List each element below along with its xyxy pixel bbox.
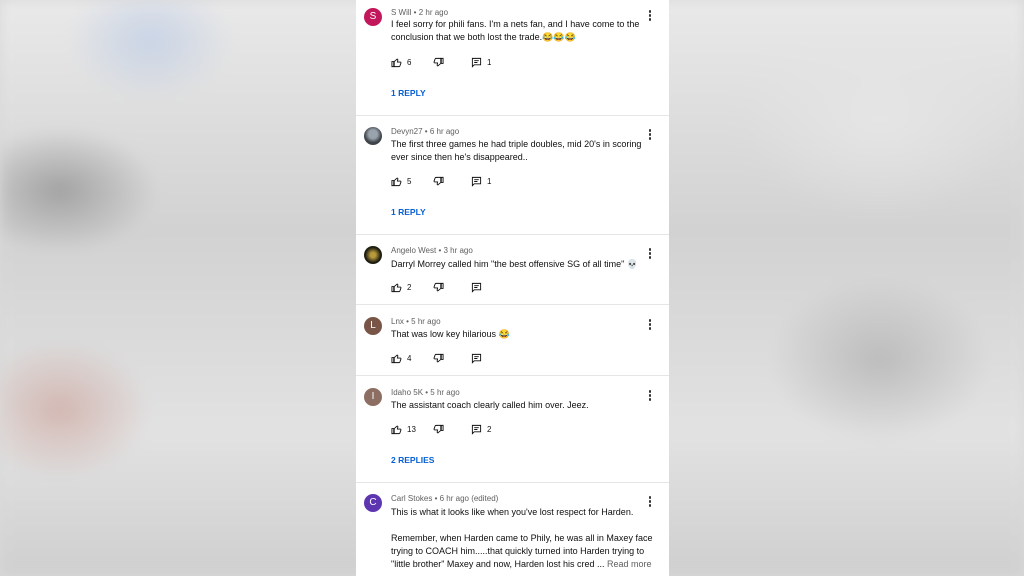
thumb-up-icon [391, 354, 402, 363]
comment-reply-icon [471, 424, 482, 435]
divider [356, 482, 669, 483]
thumb-up-icon [391, 283, 402, 292]
comment-time: 3 hr ago [443, 246, 473, 255]
comment-text: I feel sorry for phili fans. I'm a nets … [391, 19, 640, 42]
like-button[interactable]: 5 [391, 175, 411, 187]
view-replies-link[interactable]: 2 REPLIES [391, 455, 434, 465]
more-vert-icon[interactable] [648, 10, 652, 22]
comments-panel[interactable]: S S Will • 2 hr ago I feel sorry for phi… [356, 0, 669, 576]
dislike-button[interactable] [433, 423, 444, 435]
like-button[interactable]: 4 [391, 352, 411, 364]
avatar-letter: I [371, 391, 375, 402]
avatar[interactable]: I [364, 388, 382, 406]
comment-time: 6 hr ago [429, 127, 460, 136]
comment-text: The assistant coach clearly called him o… [391, 400, 589, 410]
avatar-letter: L [370, 320, 376, 331]
like-button[interactable]: 13 [391, 423, 416, 435]
view-replies-link[interactable]: 1 REPLY [391, 207, 426, 217]
divider [356, 234, 669, 235]
author-name[interactable]: Lnx [391, 317, 404, 326]
divider [356, 304, 669, 305]
view-replies-link[interactable]: 1 REPLY [391, 88, 426, 98]
thumb-down-icon [433, 353, 444, 362]
like-count: 4 [407, 353, 412, 363]
like-button[interactable]: 2 [391, 281, 411, 293]
more-vert-icon[interactable] [648, 319, 652, 331]
like-button[interactable]: 6 [391, 56, 411, 68]
author-name[interactable]: Angelo West [391, 246, 436, 255]
thumb-up-icon [391, 58, 402, 67]
comment-meta: Lnx • 5 hr ago [391, 317, 441, 326]
like-count: 13 [407, 424, 416, 434]
comment-text: That was low key hilarious 😂 [391, 329, 510, 339]
comment-time: 2 hr ago [418, 8, 449, 17]
like-count: 5 [407, 176, 412, 186]
comment-meta: S Will • 2 hr ago [391, 8, 449, 17]
comment-meta: Carl Stokes • 6 hr ago (edited) [391, 494, 499, 503]
divider [356, 375, 669, 376]
more-vert-icon[interactable] [648, 248, 652, 260]
thumb-down-icon [433, 57, 444, 66]
comment-meta: Devyn27 • 6 hr ago [391, 127, 460, 136]
avatar[interactable]: C [364, 494, 382, 512]
like-count: 2 [407, 282, 412, 292]
divider [356, 115, 669, 116]
thumb-up-icon [391, 425, 402, 434]
like-count: 6 [407, 57, 412, 67]
avatar[interactable] [364, 246, 382, 264]
reply-count: 1 [487, 176, 492, 186]
reply-button[interactable] [471, 352, 482, 364]
dislike-button[interactable] [433, 175, 444, 187]
comment-text: This is what it looks like when you've l… [391, 507, 634, 517]
thumb-down-icon [433, 176, 444, 185]
author-name[interactable]: Idaho 5K [391, 388, 423, 397]
comment-text-continued: Remember, when Harden came to Phily, he … [391, 532, 653, 571]
thumb-up-icon [391, 177, 402, 186]
comment-time: 5 hr ago [430, 388, 460, 397]
avatar-letter: S [369, 11, 377, 22]
reply-button[interactable]: 2 [471, 423, 491, 435]
comment-text: The first three games he had triple doub… [391, 139, 642, 162]
reply-button[interactable]: 1 [471, 175, 491, 187]
reply-button[interactable] [471, 281, 482, 293]
dislike-button[interactable] [433, 56, 444, 68]
more-vert-icon[interactable] [648, 496, 652, 508]
dislike-button[interactable] [433, 352, 444, 364]
comment-reply-icon [471, 176, 482, 187]
comment-meta: Idaho 5K • 5 hr ago [391, 388, 460, 397]
comment-time: 6 hr ago (edited) [439, 494, 499, 503]
author-name[interactable]: S Will [391, 8, 411, 17]
avatar-letter: C [369, 497, 377, 508]
read-more-link[interactable]: Read more [607, 559, 652, 569]
comment-reply-icon [471, 57, 482, 68]
reply-count: 2 [487, 424, 492, 434]
more-vert-icon[interactable] [648, 390, 652, 402]
author-name[interactable]: Carl Stokes [391, 494, 432, 503]
avatar[interactable]: L [364, 317, 382, 335]
comment-meta: Angelo West • 3 hr ago [391, 246, 473, 255]
comment-time: 5 hr ago [411, 317, 441, 326]
reply-button[interactable]: 1 [471, 56, 491, 68]
comment-text: Darryl Morrey called him "the best offen… [391, 259, 639, 269]
comment-reply-icon [471, 353, 482, 364]
comment-reply-icon [471, 282, 482, 293]
dislike-button[interactable] [433, 281, 444, 293]
thumb-down-icon [433, 282, 444, 291]
reply-count: 1 [487, 57, 492, 67]
more-vert-icon[interactable] [648, 129, 652, 141]
author-name[interactable]: Devyn27 [391, 127, 423, 136]
avatar[interactable] [364, 127, 382, 145]
thumb-down-icon [433, 424, 444, 433]
avatar[interactable]: S [364, 8, 382, 26]
